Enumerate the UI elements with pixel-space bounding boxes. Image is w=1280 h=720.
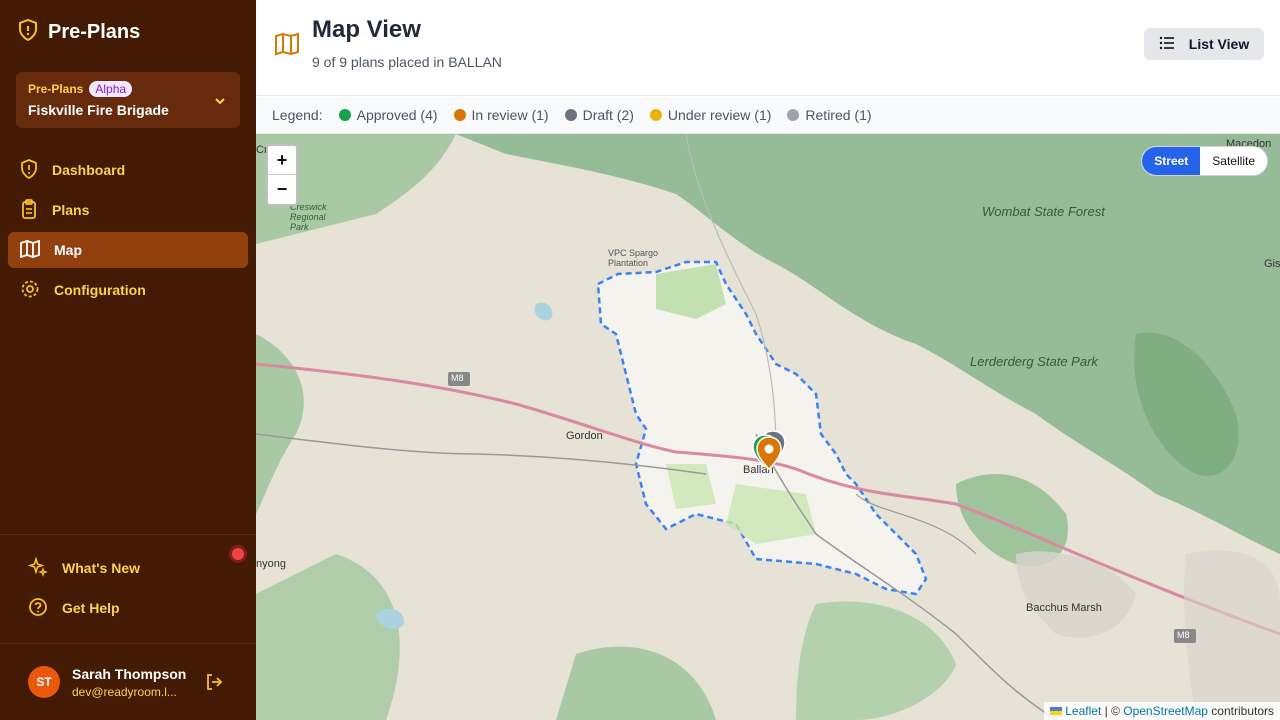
list-view-label: List View [1188, 36, 1250, 52]
legend-item-retired: Retired (1) [787, 107, 872, 123]
map-label: Bacchus Marsh [1026, 602, 1102, 614]
nav-label: Dashboard [52, 162, 126, 178]
map-label: M8 [451, 373, 464, 383]
ukraine-flag-icon [1049, 704, 1062, 718]
shield-icon [18, 18, 38, 47]
map-label: VPC Spargo Plantation [608, 248, 659, 268]
status-dot [649, 109, 662, 121]
map-label: Gordon [566, 430, 603, 442]
org-name: Fiskville Fire Brigade [28, 102, 169, 118]
legend-label: Legend: [272, 107, 323, 123]
map-icon [274, 32, 300, 61]
avatar[interactable]: ST [28, 666, 60, 698]
chevron-down-icon [214, 94, 226, 112]
map-icon [20, 239, 40, 261]
map-attribution: Leaflet | © OpenStreetMap contributors [1043, 702, 1280, 720]
legend-item-draft: Draft (2) [564, 107, 634, 123]
user-name: Sarah Thompson [72, 666, 187, 682]
org-switcher[interactable]: Pre-Plans Alpha Fiskville Fire Brigade [16, 72, 240, 128]
zoom-in-button[interactable]: + [268, 146, 296, 175]
nav-item-plans[interactable]: Plans [8, 192, 248, 228]
legend-item-approved: Approved (4) [338, 107, 438, 123]
list-view-button[interactable]: List View [1144, 28, 1264, 60]
clipboard-icon [20, 198, 38, 222]
status-dot [453, 109, 466, 121]
map-label: nyong [256, 558, 286, 570]
attribution-tail: contributors [1207, 704, 1274, 718]
org-app-label: Pre-Plans [28, 82, 84, 96]
zoom-out-button[interactable]: − [268, 175, 296, 204]
divider [0, 534, 256, 535]
nav-label: What's New [62, 560, 141, 576]
nav-label: Configuration [54, 282, 146, 298]
map-tiles [256, 134, 1280, 720]
page-title: Map View [312, 16, 421, 43]
status-dot [564, 109, 577, 121]
list-icon [1159, 36, 1175, 53]
nav-item-configuration[interactable]: Configuration [8, 272, 248, 308]
legend-text: In review (1) [471, 107, 549, 123]
sidebar: Pre-Plans Pre-Plans Alpha Fiskville Fire… [0, 0, 256, 720]
legend-text: Under review (1) [667, 107, 772, 123]
nav-label: Get Help [62, 600, 120, 616]
page-subtitle: 9 of 9 plans placed in BALLAN [312, 54, 502, 70]
leaflet-link[interactable]: Leaflet [1065, 704, 1101, 718]
shield-icon [20, 158, 38, 182]
osm-link[interactable]: OpenStreetMap [1123, 704, 1208, 718]
attribution-sep: | © [1101, 704, 1124, 718]
plan-marker-in-review[interactable] [756, 436, 782, 470]
zoom-control: + − [266, 144, 298, 206]
legend: Legend: Approved (4) In review (1) Draft… [256, 97, 1280, 134]
legend-text: Approved (4) [356, 107, 438, 123]
legend-item-under-review: Under review (1) [649, 107, 772, 123]
help-icon [28, 597, 48, 620]
main-nav: Dashboard Plans Map Configuration [8, 152, 248, 312]
alpha-badge: Alpha [89, 81, 133, 97]
nav-item-get-help[interactable]: Get Help [16, 590, 240, 626]
brand-title: Pre-Plans [48, 21, 141, 43]
gear-icon [20, 279, 40, 302]
nav-label: Plans [52, 202, 90, 218]
sparkles-icon [27, 555, 48, 580]
divider [0, 643, 256, 644]
logout-icon[interactable] [204, 672, 224, 697]
map-label: M8 [1177, 630, 1190, 640]
legend-text: Retired (1) [805, 107, 872, 123]
nav-label: Map [54, 242, 82, 258]
nav-item-map[interactable]: Map [8, 232, 248, 268]
status-dot [787, 109, 800, 121]
satellite-layer-button[interactable]: Satellite [1200, 147, 1267, 175]
brand[interactable]: Pre-Plans [18, 18, 140, 47]
status-dot [338, 109, 351, 121]
legend-text: Draft (2) [582, 107, 634, 123]
street-layer-button[interactable]: Street [1142, 147, 1201, 175]
user-email: dev@readyroom.l... [72, 685, 177, 699]
map-label: Lerderderg State Park [970, 354, 1098, 369]
map-canvas[interactable]: Wombat State Forest Lerderderg State Par… [256, 134, 1280, 720]
layer-toggle: Street Satellite [1141, 146, 1268, 176]
legend-item-in-review: In review (1) [453, 107, 549, 123]
bottom-nav: What's New Get Help [16, 550, 240, 630]
nav-item-whats-new[interactable]: What's New [16, 550, 240, 586]
nav-item-dashboard[interactable]: Dashboard [8, 152, 248, 188]
page-header: Map View 9 of 9 plans placed in BALLAN L… [256, 0, 1280, 96]
map-label: Creswick Regional Park [290, 202, 327, 232]
org-app-line: Pre-Plans Alpha [28, 81, 133, 97]
map-label: Wombat State Forest [982, 204, 1105, 219]
map-label: Gis [1264, 258, 1280, 270]
